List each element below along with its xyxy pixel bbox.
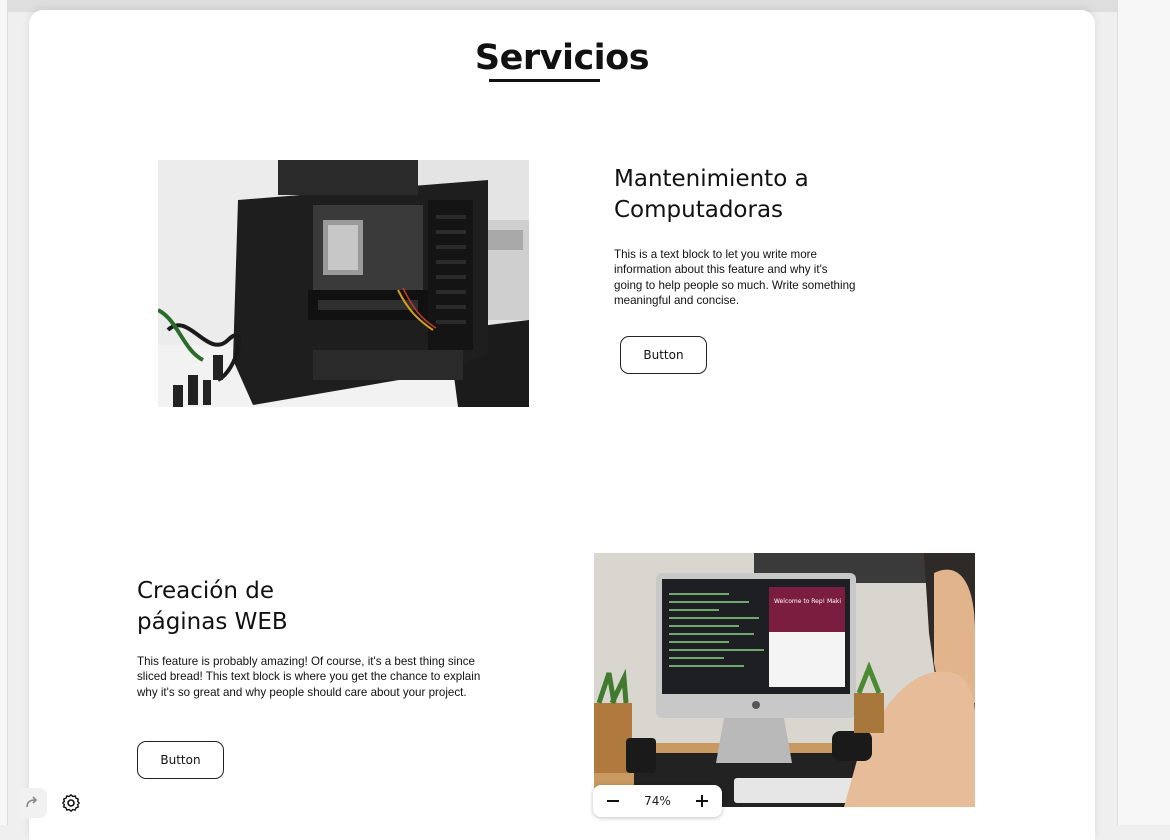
page-canvas: Servicios Mantenimiento a Computadoras T…: [29, 10, 1095, 840]
feature-1-heading: Mantenimiento a Computadoras: [614, 166, 809, 223]
minus-icon[interactable]: [603, 791, 623, 811]
redo-icon: [26, 796, 38, 808]
zoom-control: 74%: [593, 785, 722, 817]
svg-text:Welcome to Rep! Maki: Welcome to Rep! Maki: [774, 598, 841, 605]
feature-1-body: This is a text block to let you write mo…: [614, 248, 856, 308]
settings-button[interactable]: [56, 788, 86, 818]
plus-icon[interactable]: [692, 791, 712, 811]
redo-button[interactable]: [17, 788, 47, 818]
page-title: Servicios: [474, 38, 650, 78]
left-gutter: [0, 0, 8, 825]
feature-2-button[interactable]: Button: [137, 741, 224, 779]
developer-imac-image: Welcome to Rep! Maki: [594, 553, 975, 807]
zoom-level: 74%: [644, 794, 671, 808]
right-panel: [1117, 0, 1170, 825]
pc-build-image: [158, 160, 529, 407]
title-underline: [489, 79, 600, 82]
feature-1-button[interactable]: Button: [620, 336, 707, 374]
feature-2-body: This feature is probably amazing! Of cou…: [137, 655, 481, 699]
gear-icon: [62, 794, 80, 812]
feature-2-heading: Creación de páginas WEB: [137, 578, 288, 635]
